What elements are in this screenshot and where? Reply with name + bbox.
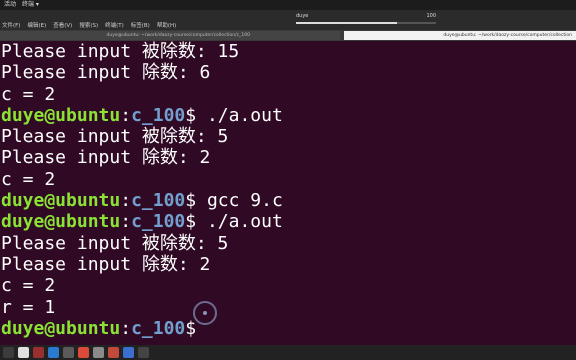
- menu-item[interactable]: 编辑(E): [27, 21, 46, 29]
- prompt-dollar: $: [185, 211, 207, 233]
- tab-collection[interactable]: duye@ubuntu: ~/work/daozy-course/compute…: [344, 31, 576, 40]
- dock: [0, 345, 576, 360]
- prompt-line: duye@ubuntu:c_100$: [0, 318, 576, 339]
- output-line: c = 2: [1, 83, 56, 105]
- output-line: c = 2: [1, 168, 56, 190]
- volume-label: duye: [296, 13, 309, 19]
- tab-c100[interactable]: duye@ubuntu: ~/work/daozy-course/compute…: [0, 31, 340, 40]
- app-icon[interactable]: [63, 347, 74, 358]
- prompt-path: c_100: [131, 190, 186, 212]
- prompt-separator: :: [120, 317, 132, 339]
- vscode-icon[interactable]: [48, 347, 59, 358]
- output-line: Please input 除数: 6: [1, 62, 211, 84]
- menu-item[interactable]: 标签(B): [131, 21, 150, 29]
- player-icon[interactable]: [123, 347, 134, 358]
- menu-item[interactable]: 终端(T): [105, 21, 124, 29]
- prompt-dollar: $: [185, 190, 207, 212]
- activities-button[interactable]: 活动: [4, 0, 16, 10]
- prompt-separator: :: [120, 211, 132, 233]
- prompt-dollar: $: [185, 104, 207, 126]
- chrome-icon[interactable]: [78, 347, 89, 358]
- output-line: Please input 被除数: 5: [1, 232, 229, 254]
- top-bar: 活动 终端 ▾: [0, 0, 576, 10]
- command-text: ./a.out: [206, 211, 283, 233]
- prompt-user: duye@ubuntu: [1, 317, 121, 339]
- menu-item[interactable]: 帮助(H): [157, 21, 176, 29]
- tab-title: duye@ubuntu: ~/work/daozy-course/compute…: [443, 33, 572, 38]
- command-text: ./a.out: [206, 104, 283, 126]
- volume-value: 100: [426, 13, 436, 19]
- prompt-path: c_100: [131, 211, 186, 233]
- terminal-icon[interactable]: [3, 347, 14, 358]
- text-editor-icon[interactable]: [108, 347, 119, 358]
- output-line: Please input 被除数: 15: [1, 41, 240, 62]
- output-line: Please input 被除数: 5: [1, 126, 229, 148]
- prompt-user: duye@ubuntu: [1, 211, 121, 233]
- prompt-user: duye@ubuntu: [1, 104, 121, 126]
- command-text: gcc 9.c: [206, 190, 283, 212]
- volume-slider-fill: [296, 22, 397, 24]
- prompt-separator: :: [120, 104, 132, 126]
- prompt-path: c_100: [131, 104, 186, 126]
- prompt-line: duye@ubuntu:c_100$ gcc 9.c: [0, 190, 576, 211]
- terminal-output[interactable]: Please input 被除数: 15 Please input 除数: 6c …: [0, 41, 576, 345]
- prompt-user: duye@ubuntu: [1, 190, 121, 212]
- terminal-app-icon[interactable]: [138, 347, 149, 358]
- volume-control[interactable]: duye 100: [296, 13, 436, 27]
- screen-record-icon[interactable]: [33, 347, 44, 358]
- prompt-line: duye@ubuntu:c_100$ ./a.out: [0, 105, 576, 126]
- output-line: r = 1: [1, 296, 56, 318]
- output-line: Please input 除数: 2: [1, 147, 211, 169]
- volume-slider[interactable]: [296, 22, 436, 24]
- menu-item[interactable]: 查看(V): [53, 21, 72, 29]
- prompt-line: duye@ubuntu:c_100$ ./a.out: [0, 211, 576, 232]
- prompt-path: c_100: [131, 317, 186, 339]
- mouse-cursor-indicator: [193, 301, 217, 325]
- tab-strip: duye@ubuntu: ~/work/daozy-course/compute…: [0, 30, 576, 41]
- menu: 文件(F) 编辑(E) 查看(V) 搜索(S) 终端(T) 标签(B) 帮助(H): [2, 21, 176, 29]
- menu-bar: 文件(F) 编辑(E) 查看(V) 搜索(S) 终端(T) 标签(B) 帮助(H) duye…: [0, 10, 576, 30]
- prompt-separator: :: [120, 190, 132, 212]
- app-menu[interactable]: 终端 ▾: [22, 0, 39, 10]
- menu-item[interactable]: 文件(F): [2, 21, 20, 29]
- tab-title: duye@ubuntu: ~/work/daozy-course/compute…: [106, 33, 250, 38]
- settings-icon[interactable]: [93, 347, 104, 358]
- menu-item[interactable]: 搜索(S): [79, 21, 98, 29]
- output-line: Please input 除数: 2: [1, 253, 211, 275]
- output-line: c = 2: [1, 275, 56, 297]
- files-icon[interactable]: [18, 347, 29, 358]
